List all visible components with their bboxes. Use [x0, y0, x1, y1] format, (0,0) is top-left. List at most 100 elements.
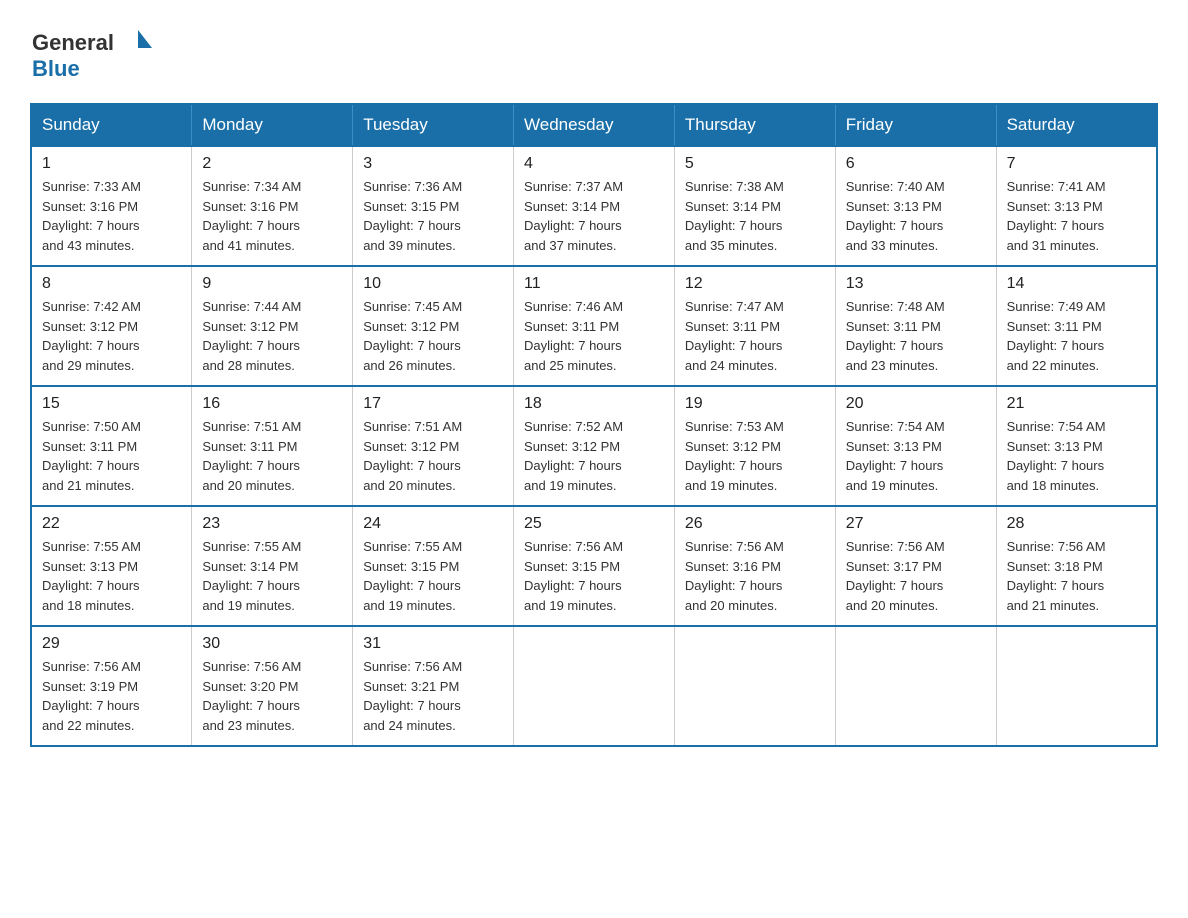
day-info: Sunrise: 7:49 AM Sunset: 3:11 PM Dayligh…: [1007, 297, 1146, 375]
day-number: 9: [202, 275, 342, 293]
day-number: 14: [1007, 275, 1146, 293]
calendar-cell: 10 Sunrise: 7:45 AM Sunset: 3:12 PM Dayl…: [353, 266, 514, 386]
calendar-table: SundayMondayTuesdayWednesdayThursdayFrid…: [30, 103, 1158, 747]
day-info: Sunrise: 7:56 AM Sunset: 3:21 PM Dayligh…: [363, 657, 503, 735]
day-info: Sunrise: 7:38 AM Sunset: 3:14 PM Dayligh…: [685, 177, 825, 255]
day-info: Sunrise: 7:56 AM Sunset: 3:18 PM Dayligh…: [1007, 537, 1146, 615]
calendar-cell: 27 Sunrise: 7:56 AM Sunset: 3:17 PM Dayl…: [835, 506, 996, 626]
weekday-header-sunday: Sunday: [31, 104, 192, 146]
calendar-cell: 29 Sunrise: 7:56 AM Sunset: 3:19 PM Dayl…: [31, 626, 192, 746]
weekday-header-friday: Friday: [835, 104, 996, 146]
calendar-week-row: 1 Sunrise: 7:33 AM Sunset: 3:16 PM Dayli…: [31, 146, 1157, 266]
day-info: Sunrise: 7:56 AM Sunset: 3:17 PM Dayligh…: [846, 537, 986, 615]
calendar-cell: 15 Sunrise: 7:50 AM Sunset: 3:11 PM Dayl…: [31, 386, 192, 506]
logo: General Blue: [30, 20, 170, 85]
day-number: 1: [42, 155, 181, 173]
day-info: Sunrise: 7:54 AM Sunset: 3:13 PM Dayligh…: [846, 417, 986, 495]
day-number: 25: [524, 515, 664, 533]
day-number: 4: [524, 155, 664, 173]
day-number: 18: [524, 395, 664, 413]
day-number: 29: [42, 635, 181, 653]
calendar-cell: [674, 626, 835, 746]
day-number: 24: [363, 515, 503, 533]
calendar-cell: 28 Sunrise: 7:56 AM Sunset: 3:18 PM Dayl…: [996, 506, 1157, 626]
day-info: Sunrise: 7:34 AM Sunset: 3:16 PM Dayligh…: [202, 177, 342, 255]
calendar-cell: 13 Sunrise: 7:48 AM Sunset: 3:11 PM Dayl…: [835, 266, 996, 386]
calendar-cell: 8 Sunrise: 7:42 AM Sunset: 3:12 PM Dayli…: [31, 266, 192, 386]
day-number: 16: [202, 395, 342, 413]
day-number: 12: [685, 275, 825, 293]
calendar-cell: 24 Sunrise: 7:55 AM Sunset: 3:15 PM Dayl…: [353, 506, 514, 626]
day-number: 19: [685, 395, 825, 413]
svg-text:General: General: [32, 30, 114, 55]
calendar-cell: 1 Sunrise: 7:33 AM Sunset: 3:16 PM Dayli…: [31, 146, 192, 266]
calendar-cell: 16 Sunrise: 7:51 AM Sunset: 3:11 PM Dayl…: [192, 386, 353, 506]
day-info: Sunrise: 7:48 AM Sunset: 3:11 PM Dayligh…: [846, 297, 986, 375]
day-info: Sunrise: 7:56 AM Sunset: 3:16 PM Dayligh…: [685, 537, 825, 615]
day-info: Sunrise: 7:45 AM Sunset: 3:12 PM Dayligh…: [363, 297, 503, 375]
day-info: Sunrise: 7:56 AM Sunset: 3:20 PM Dayligh…: [202, 657, 342, 735]
day-info: Sunrise: 7:50 AM Sunset: 3:11 PM Dayligh…: [42, 417, 181, 495]
calendar-cell: 22 Sunrise: 7:55 AM Sunset: 3:13 PM Dayl…: [31, 506, 192, 626]
day-info: Sunrise: 7:55 AM Sunset: 3:13 PM Dayligh…: [42, 537, 181, 615]
day-number: 2: [202, 155, 342, 173]
day-info: Sunrise: 7:42 AM Sunset: 3:12 PM Dayligh…: [42, 297, 181, 375]
calendar-cell: 21 Sunrise: 7:54 AM Sunset: 3:13 PM Dayl…: [996, 386, 1157, 506]
calendar-cell: [996, 626, 1157, 746]
day-info: Sunrise: 7:40 AM Sunset: 3:13 PM Dayligh…: [846, 177, 986, 255]
day-number: 13: [846, 275, 986, 293]
svg-text:Blue: Blue: [32, 56, 80, 81]
calendar-cell: [835, 626, 996, 746]
calendar-cell: 23 Sunrise: 7:55 AM Sunset: 3:14 PM Dayl…: [192, 506, 353, 626]
calendar-week-row: 15 Sunrise: 7:50 AM Sunset: 3:11 PM Dayl…: [31, 386, 1157, 506]
day-number: 28: [1007, 515, 1146, 533]
calendar-cell: 9 Sunrise: 7:44 AM Sunset: 3:12 PM Dayli…: [192, 266, 353, 386]
calendar-cell: 30 Sunrise: 7:56 AM Sunset: 3:20 PM Dayl…: [192, 626, 353, 746]
day-info: Sunrise: 7:53 AM Sunset: 3:12 PM Dayligh…: [685, 417, 825, 495]
day-info: Sunrise: 7:46 AM Sunset: 3:11 PM Dayligh…: [524, 297, 664, 375]
calendar-cell: 5 Sunrise: 7:38 AM Sunset: 3:14 PM Dayli…: [674, 146, 835, 266]
calendar-week-row: 8 Sunrise: 7:42 AM Sunset: 3:12 PM Dayli…: [31, 266, 1157, 386]
calendar-cell: [514, 626, 675, 746]
weekday-header-monday: Monday: [192, 104, 353, 146]
calendar-cell: 19 Sunrise: 7:53 AM Sunset: 3:12 PM Dayl…: [674, 386, 835, 506]
calendar-cell: 26 Sunrise: 7:56 AM Sunset: 3:16 PM Dayl…: [674, 506, 835, 626]
weekday-header-wednesday: Wednesday: [514, 104, 675, 146]
logo-svg: General Blue: [30, 20, 170, 85]
weekday-header-thursday: Thursday: [674, 104, 835, 146]
day-info: Sunrise: 7:47 AM Sunset: 3:11 PM Dayligh…: [685, 297, 825, 375]
day-info: Sunrise: 7:36 AM Sunset: 3:15 PM Dayligh…: [363, 177, 503, 255]
calendar-cell: 25 Sunrise: 7:56 AM Sunset: 3:15 PM Dayl…: [514, 506, 675, 626]
calendar-week-row: 22 Sunrise: 7:55 AM Sunset: 3:13 PM Dayl…: [31, 506, 1157, 626]
calendar-cell: 7 Sunrise: 7:41 AM Sunset: 3:13 PM Dayli…: [996, 146, 1157, 266]
day-info: Sunrise: 7:56 AM Sunset: 3:15 PM Dayligh…: [524, 537, 664, 615]
day-number: 8: [42, 275, 181, 293]
day-info: Sunrise: 7:51 AM Sunset: 3:11 PM Dayligh…: [202, 417, 342, 495]
weekday-header-row: SundayMondayTuesdayWednesdayThursdayFrid…: [31, 104, 1157, 146]
day-number: 17: [363, 395, 503, 413]
day-number: 7: [1007, 155, 1146, 173]
day-number: 6: [846, 155, 986, 173]
calendar-cell: 12 Sunrise: 7:47 AM Sunset: 3:11 PM Dayl…: [674, 266, 835, 386]
day-info: Sunrise: 7:56 AM Sunset: 3:19 PM Dayligh…: [42, 657, 181, 735]
day-info: Sunrise: 7:51 AM Sunset: 3:12 PM Dayligh…: [363, 417, 503, 495]
day-info: Sunrise: 7:37 AM Sunset: 3:14 PM Dayligh…: [524, 177, 664, 255]
day-number: 3: [363, 155, 503, 173]
day-number: 31: [363, 635, 503, 653]
day-number: 22: [42, 515, 181, 533]
day-info: Sunrise: 7:55 AM Sunset: 3:14 PM Dayligh…: [202, 537, 342, 615]
day-info: Sunrise: 7:52 AM Sunset: 3:12 PM Dayligh…: [524, 417, 664, 495]
calendar-week-row: 29 Sunrise: 7:56 AM Sunset: 3:19 PM Dayl…: [31, 626, 1157, 746]
weekday-header-tuesday: Tuesday: [353, 104, 514, 146]
day-number: 27: [846, 515, 986, 533]
day-number: 11: [524, 275, 664, 293]
day-info: Sunrise: 7:44 AM Sunset: 3:12 PM Dayligh…: [202, 297, 342, 375]
calendar-cell: 17 Sunrise: 7:51 AM Sunset: 3:12 PM Dayl…: [353, 386, 514, 506]
calendar-cell: 11 Sunrise: 7:46 AM Sunset: 3:11 PM Dayl…: [514, 266, 675, 386]
page-header: General Blue: [30, 20, 1158, 85]
calendar-cell: 3 Sunrise: 7:36 AM Sunset: 3:15 PM Dayli…: [353, 146, 514, 266]
day-number: 10: [363, 275, 503, 293]
calendar-cell: 18 Sunrise: 7:52 AM Sunset: 3:12 PM Dayl…: [514, 386, 675, 506]
calendar-cell: 2 Sunrise: 7:34 AM Sunset: 3:16 PM Dayli…: [192, 146, 353, 266]
calendar-cell: 14 Sunrise: 7:49 AM Sunset: 3:11 PM Dayl…: [996, 266, 1157, 386]
